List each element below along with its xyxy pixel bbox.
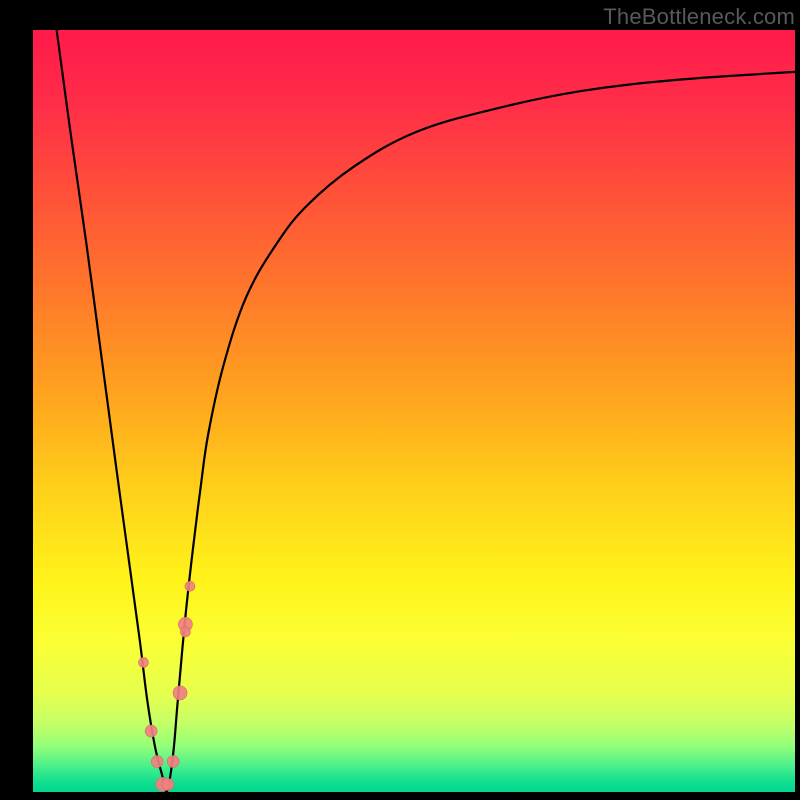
- data-marker: [167, 756, 179, 768]
- data-marker: [151, 756, 163, 768]
- curve-layer: [33, 30, 795, 792]
- data-marker: [145, 725, 157, 737]
- bottleneck-curve: [57, 30, 795, 792]
- data-marker: [180, 627, 190, 637]
- data-marker: [173, 686, 187, 700]
- data-marker: [138, 657, 148, 667]
- watermark-text: TheBottleneck.com: [603, 4, 795, 30]
- chart-frame: TheBottleneck.com: [0, 0, 800, 800]
- plot-area: [33, 30, 795, 792]
- data-marker: [185, 581, 195, 591]
- data-marker: [162, 778, 174, 790]
